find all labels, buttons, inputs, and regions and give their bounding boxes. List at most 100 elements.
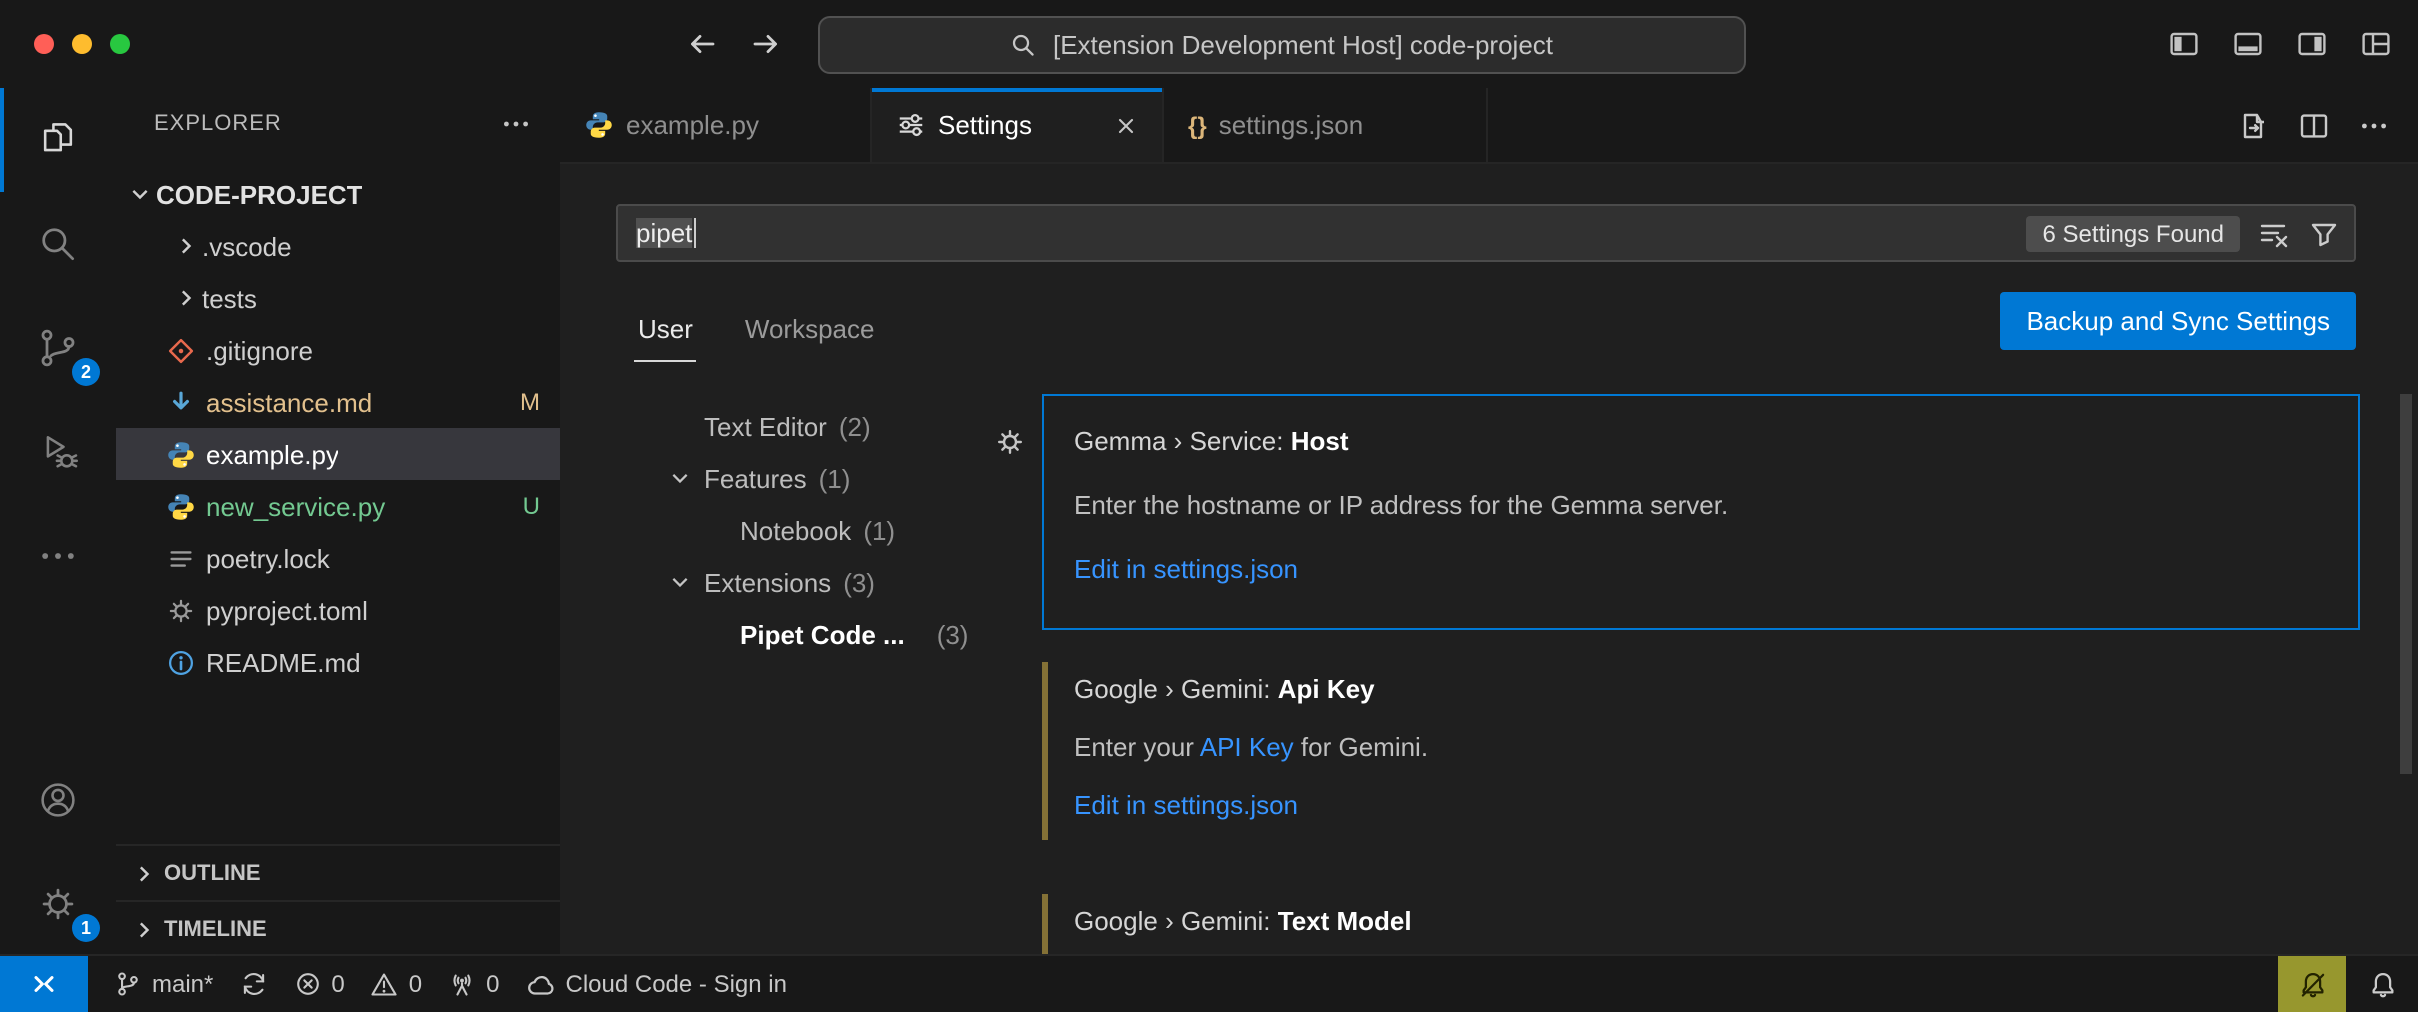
navigate-back-icon[interactable]	[686, 28, 718, 60]
warning-icon	[371, 970, 399, 998]
tree-item-readme-md[interactable]: README.md	[116, 636, 560, 688]
toc-item-extensions[interactable]: Extensions (3)	[600, 556, 1016, 608]
explorer-title: EXPLORER	[154, 112, 282, 136]
outline-section-header[interactable]: OUTLINE	[116, 844, 560, 900]
activity-search[interactable]	[0, 192, 116, 296]
tree-item-assistance-md[interactable]: assistance.md M	[116, 376, 560, 428]
edit-in-settings-json-link[interactable]: Edit in settings.json	[1074, 788, 2360, 822]
tree-item-gitignore[interactable]: .gitignore	[116, 324, 560, 376]
editor-more-actions-icon[interactable]	[2358, 109, 2390, 141]
chevron-right-icon	[170, 232, 202, 260]
chevron-down-icon	[664, 568, 696, 596]
api-key-link[interactable]: API Key	[1200, 732, 1294, 762]
tree-item-pyproject-toml[interactable]: pyproject.toml	[116, 584, 560, 636]
customize-layout-icon[interactable]	[2360, 28, 2392, 60]
tree-item-vscode[interactable]: .vscode	[116, 220, 560, 272]
split-editor-icon[interactable]	[2298, 109, 2330, 141]
tree-item-tests[interactable]: tests	[116, 272, 560, 324]
lines-icon	[166, 543, 196, 573]
settings-sliders-icon	[896, 110, 926, 140]
files-icon	[36, 118, 80, 162]
setting-description: Enter your API Key for Gemini.	[1074, 730, 2360, 764]
timeline-section-header[interactable]: TIMELINE	[116, 900, 560, 956]
tab-settings-json[interactable]: {} settings.json	[1164, 88, 1488, 162]
remote-indicator[interactable]	[0, 956, 88, 1012]
setting-row-gemma-service-host[interactable]: Gemma › Service: Host Enter the hostname…	[1042, 394, 2360, 630]
activity-accounts[interactable]	[0, 748, 116, 852]
toc-item-features[interactable]: Features (1)	[600, 452, 1016, 504]
notifications-bell[interactable]	[2346, 969, 2418, 999]
status-bar: main* 0 0 0 Cloud Code - Sign i	[0, 954, 2418, 1012]
tree-item-new-service-py[interactable]: new_service.py U	[116, 480, 560, 532]
scope-tab-workspace[interactable]: Workspace	[741, 306, 879, 362]
clear-search-filters-icon[interactable]	[2258, 217, 2290, 249]
problems-status[interactable]: 0 0	[293, 970, 422, 998]
gear-file-icon	[166, 595, 196, 625]
setting-row-google-gemini-api-key[interactable]: Google › Gemini: Api Key Enter your API …	[1042, 662, 2360, 840]
zoom-window-button[interactable]	[110, 34, 130, 54]
close-window-button[interactable]	[34, 34, 54, 54]
ellipsis-icon	[36, 534, 80, 578]
tab-label: settings.json	[1219, 110, 1364, 140]
command-center-title: [Extension Development Host] code-projec…	[1053, 30, 1553, 60]
close-tab-icon[interactable]	[1114, 113, 1138, 137]
command-center-search[interactable]: [Extension Development Host] code-projec…	[818, 16, 1746, 74]
toc-item-pipet-code[interactable]: Pipet Code ... (3)	[600, 608, 1016, 660]
settings-search-value: pipet	[636, 218, 696, 248]
tree-item-poetry-lock[interactable]: poetry.lock	[116, 532, 560, 584]
git-icon	[166, 335, 196, 365]
sync-changes-icon[interactable]	[239, 970, 267, 998]
setting-gear-icon[interactable]	[994, 426, 1026, 458]
navigate-forward-icon[interactable]	[750, 28, 782, 60]
python-icon	[166, 491, 196, 521]
search-icon	[1011, 31, 1039, 59]
tree-item-example-py[interactable]: example.py	[116, 428, 560, 480]
backup-sync-settings-button[interactable]: Backup and Sync Settings	[2000, 292, 2356, 350]
toc-item-notebook[interactable]: Notebook (1)	[600, 504, 1016, 556]
tab-bar: example.py Settings {} settings.json	[560, 88, 2418, 164]
notifications-muted-status[interactable]	[2278, 956, 2346, 1012]
explorer-more-actions-icon[interactable]	[500, 108, 532, 140]
scope-tab-user[interactable]: User	[634, 306, 697, 362]
tab-example-py[interactable]: example.py	[560, 88, 872, 162]
activity-explorer[interactable]	[0, 88, 116, 192]
activity-settings[interactable]: 1	[0, 852, 116, 956]
chevron-right-icon	[128, 915, 160, 943]
activity-source-control[interactable]: 2	[0, 296, 116, 400]
window-controls	[34, 34, 130, 54]
settings-badge: 1	[72, 914, 100, 942]
explorer-sidebar: EXPLORER CODE-PROJECT .vscode	[116, 88, 562, 956]
settings-toc: Text Editor (2) Features (1) Notebook (1…	[600, 400, 1016, 660]
chevron-right-icon	[170, 284, 202, 312]
toggle-primary-sidebar-icon[interactable]	[2168, 28, 2200, 60]
setting-row-google-gemini-text-model[interactable]: Google › Gemini: Text Model	[1042, 894, 2360, 956]
settings-scrollbar[interactable]	[2400, 394, 2412, 774]
tab-settings[interactable]: Settings	[872, 88, 1164, 162]
open-settings-json-icon[interactable]	[2238, 109, 2270, 141]
settings-search-input[interactable]: pipet 6 Settings Found	[616, 204, 2356, 262]
settings-editor: pipet 6 Settings Found User Workspace Ba…	[560, 162, 2418, 956]
setting-title: Google › Gemini: Api Key	[1074, 672, 2360, 706]
activity-run-debug[interactable]	[0, 400, 116, 504]
activity-bar: 2 1	[0, 88, 118, 956]
bell-icon	[2367, 969, 2397, 999]
setting-title: Gemma › Service: Host	[1074, 424, 2358, 458]
minimize-window-button[interactable]	[72, 34, 92, 54]
run-and-debug-icon	[36, 430, 80, 474]
remote-icon	[28, 968, 60, 1000]
tree-root-code-project[interactable]: CODE-PROJECT	[116, 168, 560, 220]
markdown-icon	[166, 387, 196, 417]
git-branch-status[interactable]: main*	[114, 970, 267, 998]
activity-more-views[interactable]	[0, 504, 116, 608]
filter-icon[interactable]	[2308, 217, 2340, 249]
ports-status[interactable]: 0	[448, 970, 499, 998]
settings-found-badge: 6 Settings Found	[2027, 215, 2240, 251]
toc-item-text-editor[interactable]: Text Editor (2)	[600, 400, 1016, 452]
text-caret	[694, 218, 696, 248]
cloud-code-status[interactable]: Cloud Code - Sign in	[526, 969, 787, 999]
settings-scope-tabs: User Workspace	[634, 306, 879, 362]
toggle-secondary-sidebar-icon[interactable]	[2296, 28, 2328, 60]
edit-in-settings-json-link[interactable]: Edit in settings.json	[1074, 552, 2358, 586]
toggle-panel-icon[interactable]	[2232, 28, 2264, 60]
file-tree: CODE-PROJECT .vscode tests .gitignore	[116, 160, 560, 688]
